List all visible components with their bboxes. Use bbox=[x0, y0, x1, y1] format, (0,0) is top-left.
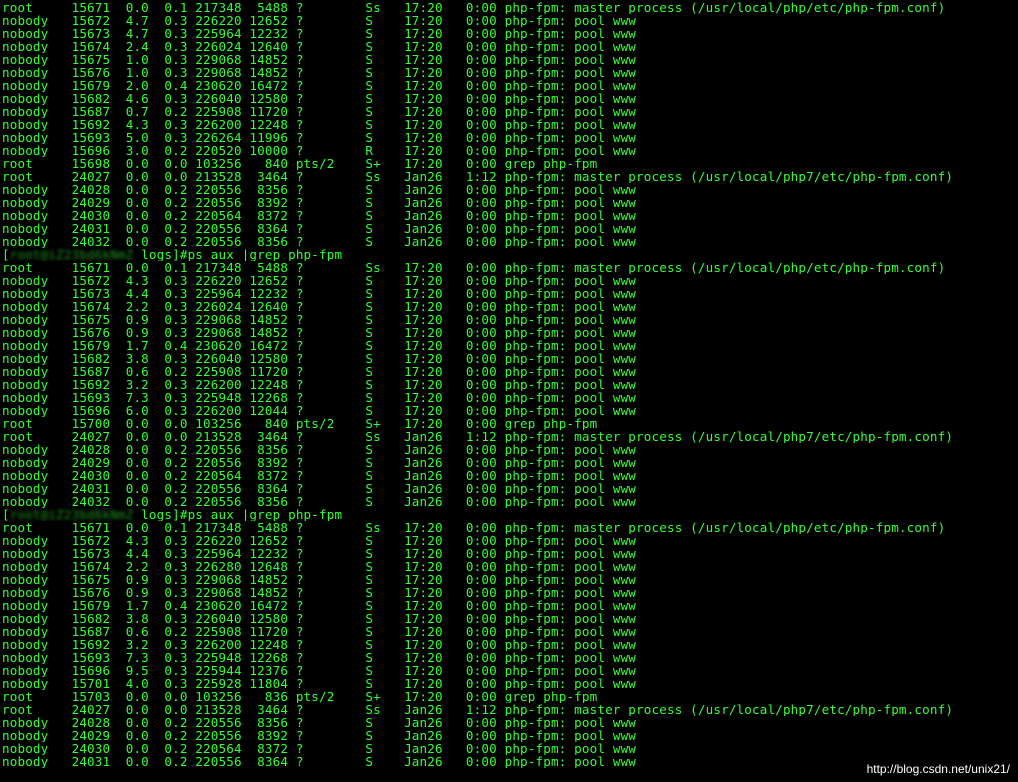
process-line: nobody 24029 0.0 0.2 220556 8392 ? S Jan… bbox=[2, 196, 637, 209]
prompt-command: ps aux |grep php-fpm bbox=[187, 248, 343, 261]
process-line: nobody 15693 7.3 0.3 225948 12268 ? S 17… bbox=[2, 391, 637, 404]
process-line: nobody 15679 2.0 0.4 230620 16472 ? S 17… bbox=[2, 79, 637, 92]
terminal-output: root 15671 0.0 0.1 217348 5488 ? Ss 17:2… bbox=[2, 1, 1018, 768]
process-line: nobody 24031 0.0 0.2 220556 8364 ? S Jan… bbox=[2, 222, 637, 235]
process-line: nobody 15674 2.2 0.3 226024 12640 ? S 17… bbox=[2, 300, 637, 313]
process-line: nobody 24028 0.0 0.2 220556 8356 ? S Jan… bbox=[2, 183, 637, 196]
process-line: nobody 15693 5.0 0.3 226264 11996 ? S 17… bbox=[2, 131, 637, 144]
process-line: nobody 15674 2.2 0.3 226280 12648 ? S 17… bbox=[2, 560, 637, 573]
process-line: root 15703 0.0 0.0 103256 836 pts/2 S+ 1… bbox=[2, 690, 598, 703]
process-line: nobody 15675 1.0 0.3 229068 14852 ? S 17… bbox=[2, 53, 637, 66]
process-line: root 24027 0.0 0.0 213528 3464 ? Ss Jan2… bbox=[2, 703, 954, 716]
process-line: nobody 15687 0.6 0.2 225908 11720 ? S 17… bbox=[2, 625, 637, 638]
prompt-host-blurred: root@iZ23bd6kNmZ bbox=[9, 248, 134, 261]
process-line: nobody 24031 0.0 0.2 220556 8364 ? S Jan… bbox=[2, 482, 637, 495]
process-line: nobody 24030 0.0 0.2 220564 8372 ? S Jan… bbox=[2, 469, 637, 482]
process-line: nobody 15687 0.7 0.2 225908 11720 ? S 17… bbox=[2, 105, 637, 118]
prompt-cwd: logs]# bbox=[133, 248, 188, 261]
terminal-window[interactable]: root 15671 0.0 0.1 217348 5488 ? Ss 17:2… bbox=[0, 0, 1018, 782]
process-line: nobody 15701 4.0 0.3 225928 11804 ? S 17… bbox=[2, 677, 637, 690]
prompt-cwd: logs]# bbox=[133, 508, 188, 521]
process-line: nobody 15696 9.5 0.3 225944 12376 ? S 17… bbox=[2, 664, 637, 677]
process-line: root 15698 0.0 0.0 103256 840 pts/2 S+ 1… bbox=[2, 157, 598, 170]
process-line: nobody 15682 3.8 0.3 226040 12580 ? S 17… bbox=[2, 352, 637, 365]
process-line: root 15700 0.0 0.0 103256 840 pts/2 S+ 1… bbox=[2, 417, 598, 430]
process-line: nobody 15673 4.4 0.3 225964 12232 ? S 17… bbox=[2, 547, 637, 560]
prompt-host-blurred: root@iZ23bd6kNmZ bbox=[9, 508, 134, 521]
process-line: nobody 24029 0.0 0.2 220556 8392 ? S Jan… bbox=[2, 456, 637, 469]
process-line: nobody 15672 4.3 0.3 226220 12652 ? S 17… bbox=[2, 534, 637, 547]
process-line: nobody 15672 4.7 0.3 226220 12652 ? S 17… bbox=[2, 14, 637, 27]
process-line: nobody 24032 0.0 0.2 220556 8356 ? S Jan… bbox=[2, 235, 637, 248]
prompt-line: [root@iZ23bd6kNmZ logs]#ps aux |grep php… bbox=[2, 248, 1018, 261]
process-line: nobody 15687 0.6 0.2 225908 11720 ? S 17… bbox=[2, 365, 637, 378]
prompt-command: ps aux |grep php-fpm bbox=[187, 508, 343, 521]
process-line: nobody 15676 0.9 0.3 229068 14852 ? S 17… bbox=[2, 326, 637, 339]
prompt-line: [root@iZ23bd6kNmZ logs]#ps aux |grep php… bbox=[2, 508, 1018, 521]
process-line: nobody 24032 0.0 0.2 220556 8356 ? S Jan… bbox=[2, 495, 637, 508]
process-line: nobody 24030 0.0 0.2 220564 8372 ? S Jan… bbox=[2, 209, 637, 222]
process-line: nobody 24030 0.0 0.2 220564 8372 ? S Jan… bbox=[2, 742, 637, 755]
process-line: root 15671 0.0 0.1 217348 5488 ? Ss 17:2… bbox=[2, 261, 946, 274]
process-line: nobody 15673 4.7 0.3 225964 12232 ? S 17… bbox=[2, 27, 637, 40]
process-line: nobody 24029 0.0 0.2 220556 8392 ? S Jan… bbox=[2, 729, 637, 742]
process-line: nobody 15692 3.2 0.3 226200 12248 ? S 17… bbox=[2, 378, 637, 391]
process-line: nobody 15682 3.8 0.3 226040 12580 ? S 17… bbox=[2, 612, 637, 625]
process-line: nobody 15675 0.9 0.3 229068 14852 ? S 17… bbox=[2, 573, 637, 586]
process-line: nobody 15679 1.7 0.4 230620 16472 ? S 17… bbox=[2, 599, 637, 612]
process-line: nobody 15676 0.9 0.3 229068 14852 ? S 17… bbox=[2, 586, 637, 599]
watermark: http://blog.csdn.net/unix21/ bbox=[866, 762, 1010, 776]
process-line: nobody 15692 4.3 0.3 226200 12248 ? S 17… bbox=[2, 118, 637, 131]
prompt-bracket: [ bbox=[2, 508, 10, 521]
process-line: nobody 15693 7.3 0.3 225948 12268 ? S 17… bbox=[2, 651, 637, 664]
process-line: nobody 15672 4.3 0.3 226220 12652 ? S 17… bbox=[2, 274, 637, 287]
process-line: nobody 15673 4.4 0.3 225964 12232 ? S 17… bbox=[2, 287, 637, 300]
process-line: root 24027 0.0 0.0 213528 3464 ? Ss Jan2… bbox=[2, 430, 954, 443]
process-line: nobody 15692 3.2 0.3 226200 12248 ? S 17… bbox=[2, 638, 637, 651]
process-line: nobody 15696 6.0 0.3 226200 12044 ? S 17… bbox=[2, 404, 637, 417]
process-line: root 15671 0.0 0.1 217348 5488 ? Ss 17:2… bbox=[2, 521, 946, 534]
process-line: nobody 15682 4.6 0.3 226040 12580 ? S 17… bbox=[2, 92, 637, 105]
process-line: root 15671 0.0 0.1 217348 5488 ? Ss 17:2… bbox=[2, 1, 946, 14]
process-line: nobody 15679 1.7 0.4 230620 16472 ? S 17… bbox=[2, 339, 637, 352]
process-line: nobody 24028 0.0 0.2 220556 8356 ? S Jan… bbox=[2, 443, 637, 456]
process-line: root 24027 0.0 0.0 213528 3464 ? Ss Jan2… bbox=[2, 170, 954, 183]
process-line: nobody 15696 3.0 0.2 220520 10000 ? R 17… bbox=[2, 144, 637, 157]
process-line: nobody 15675 0.9 0.3 229068 14852 ? S 17… bbox=[2, 313, 637, 326]
process-line: nobody 15676 1.0 0.3 229068 14852 ? S 17… bbox=[2, 66, 637, 79]
prompt-bracket: [ bbox=[2, 248, 10, 261]
process-line: nobody 15674 2.4 0.3 226024 12640 ? S 17… bbox=[2, 40, 637, 53]
process-line: nobody 24028 0.0 0.2 220556 8356 ? S Jan… bbox=[2, 716, 637, 729]
